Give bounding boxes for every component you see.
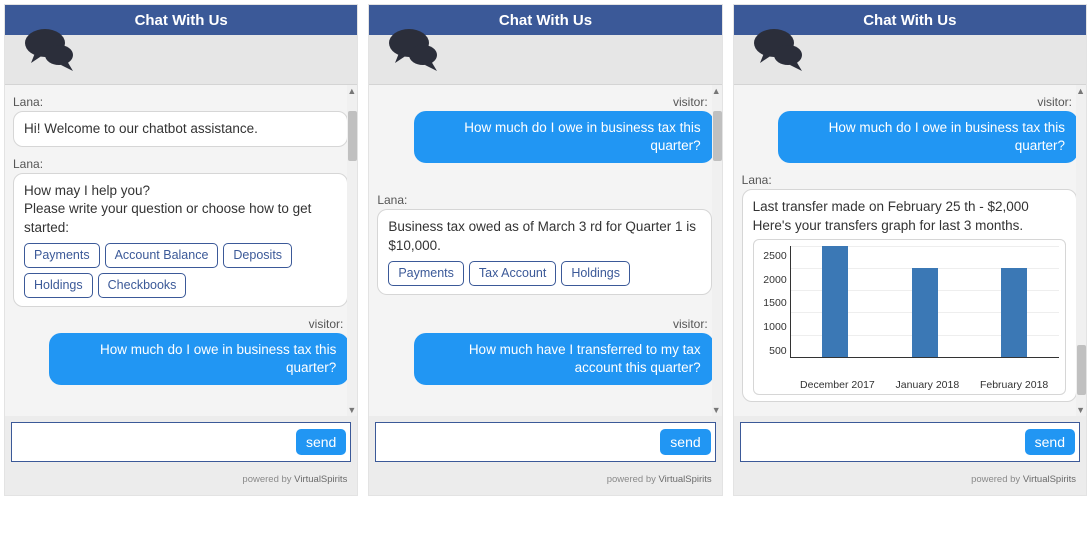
ytick: 2000 <box>760 273 787 287</box>
chat-bubble-icon <box>23 27 79 78</box>
ytick: 1500 <box>760 296 787 310</box>
visitor-message: How much do I owe in business tax this q… <box>414 111 714 163</box>
chip-holdings[interactable]: Holdings <box>561 261 630 286</box>
chart-plot <box>790 246 1059 358</box>
header-title: Chat With Us <box>135 12 228 29</box>
chart-x-axis: December 2017 January 2018 February 2018 <box>790 376 1059 392</box>
scroll-up-icon[interactable]: ▲ <box>347 86 356 96</box>
scroll-thumb[interactable] <box>713 111 722 161</box>
scrollbar[interactable]: ▲ ▼ <box>347 85 357 416</box>
ytick: 1000 <box>760 320 787 334</box>
bot-text-line: Last transfer made on February 25 th - $… <box>753 198 1066 216</box>
sender-label-bot: Lana: <box>742 169 1078 189</box>
send-button[interactable]: send <box>296 429 346 455</box>
chip-payments[interactable]: Payments <box>24 243 100 268</box>
ytick: 2500 <box>760 249 787 263</box>
chat-panel-2: Chat With Us ▲ ▼ visitor: How much do I … <box>368 4 722 496</box>
footer-prefix: powered by <box>242 474 294 485</box>
scroll-down-icon[interactable]: ▼ <box>712 405 721 415</box>
ytick: 500 <box>760 344 787 358</box>
bot-message: How may I help you? Please write your qu… <box>13 173 348 306</box>
bot-message: Last transfer made on February 25 th - $… <box>742 189 1077 402</box>
chat-bubble-icon <box>752 27 808 78</box>
visitor-message: How much do I owe in business tax this q… <box>778 111 1078 163</box>
chip-holdings[interactable]: Holdings <box>24 273 93 298</box>
input-area: send <box>740 422 1080 462</box>
footer: powered by VirtualSpirits <box>734 468 1086 495</box>
scroll-thumb[interactable] <box>348 111 357 161</box>
footer-brand[interactable]: VirtualSpirits <box>1023 474 1076 485</box>
xtick: February 2018 <box>980 378 1048 392</box>
chart-bar <box>822 246 848 357</box>
bot-text-line: Please write your question or choose how… <box>24 200 337 236</box>
message-input[interactable] <box>384 434 660 450</box>
footer-prefix: powered by <box>971 474 1023 485</box>
bot-text-line: Business tax owed as of March 3 rd for Q… <box>388 218 701 254</box>
messages-area[interactable]: ▲ ▼ visitor: How much do I owe in busine… <box>734 85 1086 416</box>
scroll-up-icon[interactable]: ▲ <box>1076 86 1085 96</box>
transfers-chart: 2500 2000 1500 1000 500 <box>753 239 1066 395</box>
send-button[interactable]: send <box>660 429 710 455</box>
scrollbar[interactable]: ▲ ▼ <box>712 85 722 416</box>
chip-payments[interactable]: Payments <box>388 261 464 286</box>
chip-deposits[interactable]: Deposits <box>223 243 292 268</box>
messages-area[interactable]: ▲ ▼ visitor: How much do I owe in busine… <box>369 85 721 416</box>
scroll-down-icon[interactable]: ▼ <box>347 405 356 415</box>
bot-text-line: Here's your transfers graph for last 3 m… <box>753 217 1066 235</box>
scroll-down-icon[interactable]: ▼ <box>1076 405 1085 415</box>
bot-text-line: How may I help you? <box>24 182 337 200</box>
chart-y-axis: 2500 2000 1500 1000 500 <box>760 246 790 376</box>
sender-label-visitor: visitor: <box>377 313 713 333</box>
xtick: December 2017 <box>800 378 875 392</box>
quick-reply-chips: Payments Account Balance Deposits Holdin… <box>24 243 337 298</box>
message-input[interactable] <box>749 434 1025 450</box>
footer-prefix: powered by <box>607 474 659 485</box>
chat-panel-3: Chat With Us ▲ ▼ visitor: How much do I … <box>733 4 1087 496</box>
scroll-up-icon[interactable]: ▲ <box>712 86 721 96</box>
scroll-thumb[interactable] <box>1077 345 1086 395</box>
bot-message: Business tax owed as of March 3 rd for Q… <box>377 209 712 294</box>
sender-label-visitor: visitor: <box>377 91 713 111</box>
quick-reply-chips: Payments Tax Account Holdings <box>388 261 701 286</box>
sender-label-bot: Lana: <box>13 91 349 111</box>
sender-label-bot: Lana: <box>13 153 349 173</box>
chip-account-balance[interactable]: Account Balance <box>105 243 219 268</box>
footer: powered by VirtualSpirits <box>369 468 721 495</box>
footer-brand[interactable]: VirtualSpirits <box>659 474 712 485</box>
header-title: Chat With Us <box>863 12 956 29</box>
sender-label-bot: Lana: <box>377 189 713 209</box>
sender-label-visitor: visitor: <box>13 313 349 333</box>
chip-checkbooks[interactable]: Checkbooks <box>98 273 187 298</box>
chart-bar <box>912 268 938 357</box>
header-title: Chat With Us <box>499 12 592 29</box>
sender-label-visitor: visitor: <box>742 91 1078 111</box>
scrollbar[interactable]: ▲ ▼ <box>1076 85 1086 416</box>
message-input[interactable] <box>20 434 296 450</box>
send-button[interactable]: send <box>1025 429 1075 455</box>
input-area: send <box>11 422 351 462</box>
chat-panel-1: Chat With Us ▲ ▼ Lana: Hi! Welcome to ou… <box>4 4 358 496</box>
xtick: January 2018 <box>896 378 960 392</box>
visitor-message: How much have I transferred to my tax ac… <box>414 333 714 385</box>
input-area: send <box>375 422 715 462</box>
chart-bar <box>1001 268 1027 357</box>
visitor-message: How much do I owe in business tax this q… <box>49 333 349 385</box>
chat-bubble-icon <box>387 27 443 78</box>
chip-tax-account[interactable]: Tax Account <box>469 261 556 286</box>
footer-brand[interactable]: VirtualSpirits <box>294 474 347 485</box>
bot-message: Hi! Welcome to our chatbot assistance. <box>13 111 348 147</box>
footer: powered by VirtualSpirits <box>5 468 357 495</box>
messages-area[interactable]: ▲ ▼ Lana: Hi! Welcome to our chatbot ass… <box>5 85 357 416</box>
